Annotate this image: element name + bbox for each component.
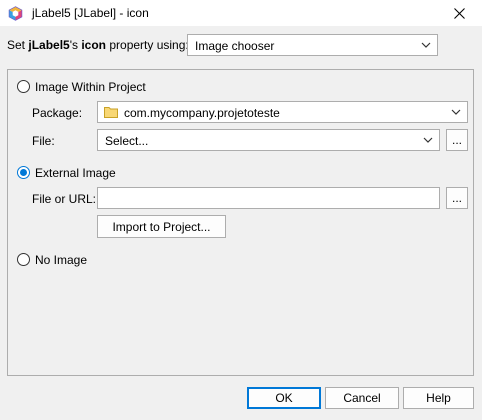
external-image-label[interactable]: External Image [35,166,116,180]
close-icon [453,7,465,19]
file-select[interactable]: Select... [97,129,440,151]
chevron-down-icon [451,109,461,115]
help-button[interactable]: Help [403,387,474,409]
file-or-url-input[interactable] [97,187,440,209]
folder-icon [104,107,118,118]
ok-button[interactable]: OK [247,387,321,409]
package-value: com.mycompany.projetoteste [124,106,280,120]
package-label: Package: [32,106,83,120]
import-to-project-button[interactable]: Import to Project... [97,215,226,238]
title-bar: jLabel5 [JLabel] - icon [0,0,482,26]
file-label: File: [32,134,55,148]
file-value: Select... [105,134,149,148]
property-editor-label: Set jLabel5's icon property using: [7,38,189,52]
chevron-down-icon [421,42,431,48]
radio-no-image[interactable] [17,253,30,266]
label-suffix: property using: [106,38,189,52]
image-source-panel: Image Within Project Package: com.mycomp… [7,69,474,376]
netbeans-cube-icon [8,6,23,21]
chevron-down-icon [423,137,433,143]
url-browse-button[interactable]: ... [446,187,468,209]
label-prefix: Set [7,38,29,52]
label-middle: 's [69,38,82,52]
property-editor-value: Image chooser [195,39,275,53]
property-name: icon [81,38,107,52]
no-image-label[interactable]: No Image [35,253,87,267]
within-project-label[interactable]: Image Within Project [35,80,146,94]
close-button[interactable] [436,0,482,26]
file-or-url-label: File or URL: [32,192,97,206]
component-name: jLabel5 [28,38,70,52]
package-select[interactable]: com.mycompany.projetoteste [97,101,468,123]
radio-external-image[interactable] [17,166,30,179]
cancel-button[interactable]: Cancel [325,387,399,409]
window-title: jLabel5 [JLabel] - icon [32,6,149,20]
radio-within-project[interactable] [17,80,30,93]
file-browse-button[interactable]: ... [446,129,468,151]
property-editor-select[interactable]: Image chooser [187,34,438,56]
